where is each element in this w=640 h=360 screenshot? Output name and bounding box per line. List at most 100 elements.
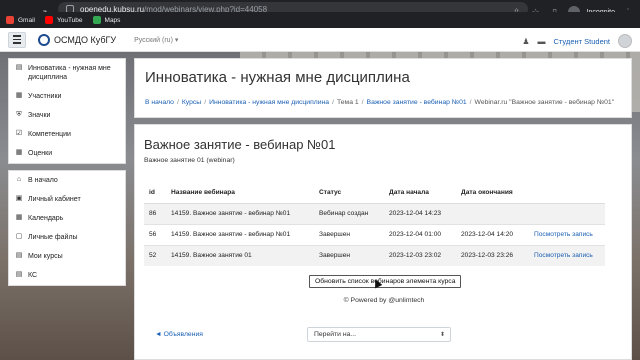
breadcrumb-home[interactable]: В начало: [145, 99, 174, 106]
site-nav-group: ⌂ В начало ▣ Личный кабинет ▦ Календарь …: [8, 170, 126, 286]
drawer-item-label: Личные файлы: [28, 234, 78, 241]
drawer-item-my-courses[interactable]: ▤ Мои курсы: [9, 247, 125, 266]
graduation-icon: ▤: [15, 252, 23, 259]
breadcrumb-courses[interactable]: Курсы: [182, 99, 201, 106]
drawer-item-grades[interactable]: ▦ Оценки: [9, 144, 125, 163]
drawer-item-private-files[interactable]: ▢ Личные файлы: [9, 228, 125, 247]
home-icon: ⌂: [16, 176, 22, 183]
dashboard-icon: ▣: [15, 195, 23, 202]
cell-status: Вебинар создан: [314, 202, 384, 224]
jump-to-select[interactable]: Перейти на... ⬍: [307, 327, 451, 342]
column-header-status: Статус: [314, 183, 384, 204]
drawer-item-label: Личный кабинет: [28, 196, 81, 203]
bookmark-gmail[interactable]: Gmail: [6, 16, 35, 24]
drawer-item-label: Инноватика - нужная мне дисциплина: [28, 65, 111, 81]
avatar[interactable]: [618, 34, 632, 48]
breadcrumb-separator: /: [361, 99, 364, 106]
bookmark-label: Gmail: [18, 16, 35, 24]
breadcrumb-course[interactable]: Инноватика - нужная мне дисциплина: [209, 99, 329, 106]
cell-status: Завершен: [314, 244, 384, 266]
bookmark-label: Maps: [104, 16, 121, 24]
site-brand[interactable]: ОСМДО КубГУ: [54, 35, 116, 45]
drawer-item-badges[interactable]: ⛨ Значки: [9, 106, 125, 125]
drawer-item-home[interactable]: ⌂ В начало: [9, 171, 125, 190]
drawer-item-label: Оценки: [28, 150, 53, 157]
breadcrumb-separator: /: [176, 99, 179, 106]
column-header-start: Дата начала: [384, 183, 456, 204]
cell-status: Завершен: [314, 223, 384, 245]
drawer-item-ks[interactable]: ▤ КС: [9, 266, 125, 285]
cell-name: 14159. Важное занятие - вебинар №01: [166, 202, 314, 224]
activity-description: Важное занятие 01 (webinar): [144, 157, 235, 164]
cell-start: 2023-12-04 01:00: [384, 223, 456, 245]
user-menu-area: ♟ ▬ Студент Student: [522, 34, 632, 48]
university-logo-icon[interactable]: [38, 33, 50, 46]
page-header: Инноватика - нужная мне дисциплина В нач…: [134, 58, 632, 118]
webinars-table: id Название вебинара Статус Дата начала …: [144, 183, 605, 266]
calendar-icon: ▦: [15, 214, 23, 221]
update-webinars-button[interactable]: Обновить список вебинаров элемента курса: [309, 275, 462, 288]
cell-name: 14159. Важное занятие - вебинар №01: [166, 223, 314, 245]
drawer-item-label: Компетенции: [28, 131, 71, 138]
breadcrumb-separator: /: [469, 99, 472, 106]
bookmark-youtube[interactable]: YouTube: [44, 16, 83, 24]
cell-id: 86: [144, 202, 166, 224]
previous-activity-link[interactable]: ◄ Объявления: [155, 331, 203, 338]
cell-start: 2023-12-04 14:23: [384, 202, 456, 224]
powered-by: © Powered by @unlimtech: [343, 297, 425, 304]
breadcrumb-separator: /: [204, 99, 207, 106]
gmail-icon: [6, 16, 14, 24]
column-header-actions: [529, 183, 605, 204]
cell-id: 52: [144, 244, 166, 266]
drawer-item-dashboard[interactable]: ▣ Личный кабинет: [9, 190, 125, 209]
file-icon: ▢: [15, 233, 23, 240]
bookmark-label: YouTube: [56, 16, 83, 24]
table-row: 52 14159. Важное занятие 01 Завершен 202…: [144, 244, 605, 266]
drawer-item-label: Календарь: [28, 215, 64, 222]
page-title: Инноватика - нужная мне дисциплина: [145, 69, 410, 86]
youtube-icon: [44, 16, 53, 24]
bookmark-maps[interactable]: Maps: [92, 16, 121, 24]
table-header-row: id Название вебинара Статус Дата начала …: [144, 183, 605, 204]
breadcrumb-separator: /: [332, 99, 334, 106]
course-nav-group: ▤ Инноватика - нужная мне дисциплина ▦ У…: [8, 58, 126, 164]
maps-icon: [92, 16, 101, 24]
drawer-item-competencies[interactable]: ☑ Компетенции: [9, 125, 125, 144]
bell-icon[interactable]: ♟: [522, 37, 529, 46]
drawer-toggle-button[interactable]: [8, 31, 26, 48]
nav-drawer: ▤ Инноватика - нужная мне дисциплина ▦ У…: [8, 58, 126, 292]
breadcrumb-topic[interactable]: Тема 1: [337, 99, 359, 106]
user-name[interactable]: Студент Student: [554, 37, 611, 46]
breadcrumb: В начало / Курсы / Инноватика - нужная мне д…: [145, 99, 614, 106]
table-icon: ▦: [15, 149, 23, 156]
view-recording-link[interactable]: Посмотреть запись: [534, 231, 593, 238]
bookmarks-bar: Gmail YouTube Maps: [0, 12, 640, 28]
graduation-icon: ▤: [15, 271, 23, 278]
cell-id: 56: [144, 223, 166, 245]
view-recording-link[interactable]: Посмотреть запись: [534, 252, 593, 259]
cell-end: 2023-12-04 14:20: [456, 223, 529, 245]
cell-end: 2023-12-03 23:26: [456, 244, 529, 266]
drawer-item-calendar[interactable]: ▦ Календарь: [9, 209, 125, 228]
column-header-end: Дата окончания: [456, 183, 529, 204]
table-row: 86 14159. Важное занятие - вебинар №01 В…: [144, 202, 605, 224]
activity-title: Важное занятие - вебинар №01: [144, 137, 336, 152]
checkbox-icon: ☑: [15, 130, 23, 137]
column-header-name: Название вебинара: [166, 183, 314, 204]
users-icon: ▦: [15, 92, 23, 99]
drawer-item-label: Мои курсы: [28, 253, 63, 260]
drawer-item-participants[interactable]: ▦ Участники: [9, 87, 125, 106]
drawer-item-label: КС: [28, 272, 38, 279]
select-arrows-icon: ⬍: [439, 332, 445, 338]
cell-link: [529, 202, 605, 224]
drawer-item-label: В начало: [28, 177, 58, 184]
drawer-item-course[interactable]: ▤ Инноватика - нужная мне дисциплина: [9, 59, 125, 87]
chat-icon[interactable]: ▬: [538, 37, 546, 46]
drawer-item-label: Участники: [28, 93, 62, 100]
table-row: 56 14159. Важное занятие - вебинар №01 З…: [144, 223, 605, 245]
breadcrumb-current: Webinar.ru "Важное занятие - вебинар №01…: [474, 99, 615, 106]
language-menu[interactable]: Русский (ru) ▾: [134, 36, 178, 44]
jump-to-value: Перейти на...: [314, 331, 357, 338]
breadcrumb-activity[interactable]: Важное занятие - вебинар №01: [367, 99, 467, 106]
column-header-id: id: [144, 183, 166, 204]
